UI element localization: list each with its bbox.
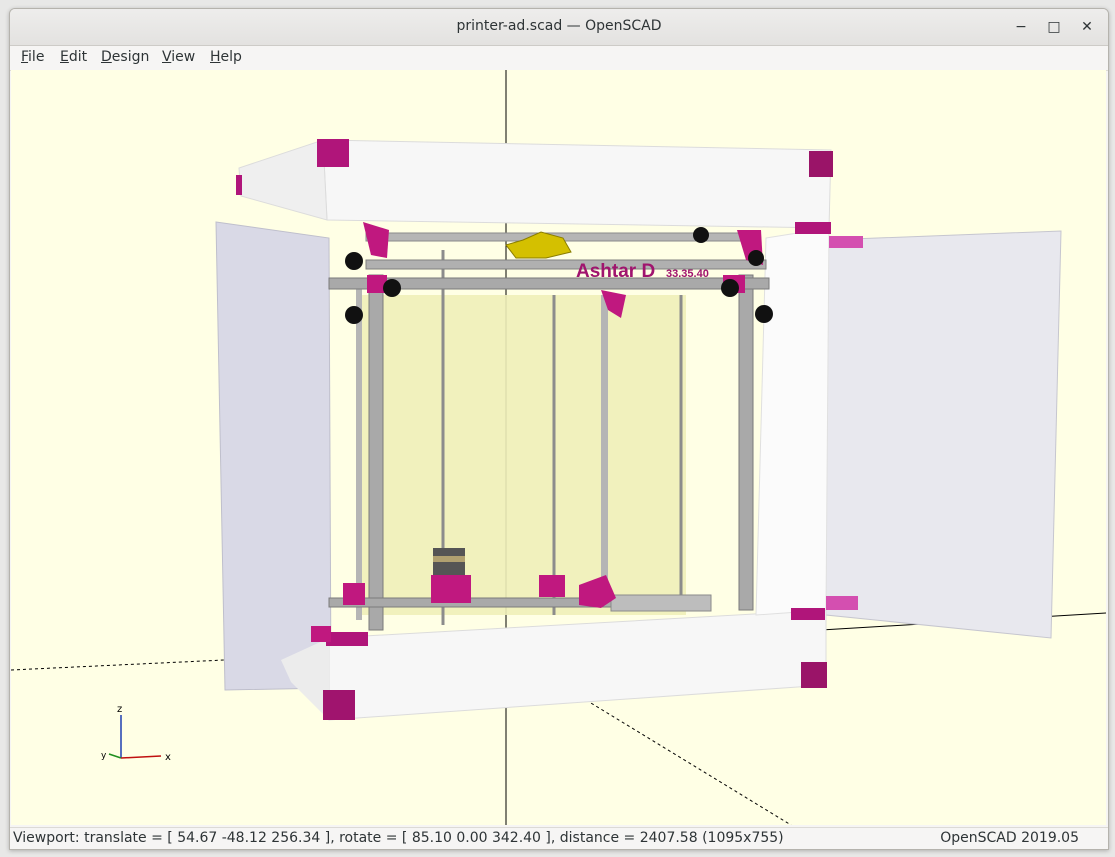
menu-edit[interactable]: Edit xyxy=(60,49,87,65)
menu-help[interactable]: Help xyxy=(210,49,242,65)
frame-post-front-right xyxy=(738,274,754,611)
gizmo-x-axis xyxy=(120,755,162,759)
corner-bracket-left xyxy=(236,175,242,195)
menu-view-label: iew xyxy=(171,49,196,65)
gizmo-x-label: x xyxy=(165,752,171,763)
corner-bracket-top-right xyxy=(809,151,833,177)
wheel xyxy=(693,227,709,243)
wheel xyxy=(345,252,363,270)
menu-file-accel: F xyxy=(21,49,29,65)
door-hinge-bottom xyxy=(826,596,858,610)
corner-bracket-bottom-right-upper xyxy=(791,608,825,620)
status-bar: Viewport: translate = [ 54.67 -48.12 256… xyxy=(10,827,1108,849)
right-door-panel xyxy=(825,230,1062,639)
bottom-left-bracket xyxy=(343,583,365,605)
menu-file-label: ile xyxy=(28,49,45,65)
3d-viewport[interactable]: Ashtar D 33.35.40 z x y xyxy=(11,70,1106,825)
viewport-status: Viewport: translate = [ 54.67 -48.12 256… xyxy=(13,830,784,846)
corner-bracket-top-left xyxy=(317,139,349,167)
menu-edit-accel: E xyxy=(60,49,69,65)
top-left-side-panel xyxy=(238,139,328,221)
wheel xyxy=(755,305,773,323)
gizmo-y-axis xyxy=(108,753,122,759)
menu-edit-label: dit xyxy=(68,49,88,65)
left-door-panel xyxy=(215,221,332,691)
window-title: printer-ad.scad — OpenSCAD xyxy=(456,18,662,34)
wheel xyxy=(748,250,764,266)
menu-view-accel: V xyxy=(162,49,172,65)
wheel xyxy=(383,279,401,297)
frame-bottom-rail-right xyxy=(610,594,712,612)
corner-bracket-bottom-right xyxy=(801,662,827,688)
frame-post-front-left xyxy=(368,274,384,631)
close-button[interactable]: ✕ xyxy=(1075,15,1099,39)
corner-bracket-bottom-left xyxy=(323,690,355,720)
door-hinge-top xyxy=(829,236,863,248)
motor-mount xyxy=(431,575,471,603)
back-panel xyxy=(356,295,686,615)
openscad-window: printer-ad.scad — OpenSCAD − □ ✕ File Ed… xyxy=(9,8,1109,850)
menu-design-label: esign xyxy=(111,49,150,65)
z-bracket xyxy=(539,575,565,597)
x-axis-neg-line xyxy=(585,699,792,825)
gizmo-z-label: z xyxy=(117,704,122,715)
menu-view[interactable]: View xyxy=(162,49,195,65)
frame-post-back-right xyxy=(601,295,608,600)
corner-bracket-bottom-left-upper xyxy=(326,632,368,646)
stepper-motor-band xyxy=(433,556,465,562)
frame-post-back-left xyxy=(356,280,362,620)
model-sublabel: 33.35.40 xyxy=(666,268,709,280)
bottom-panel xyxy=(328,609,827,721)
wheel xyxy=(721,279,739,297)
title-bar[interactable]: printer-ad.scad — OpenSCAD − □ ✕ xyxy=(10,9,1108,46)
door-hinge-left xyxy=(311,626,331,642)
maximize-button[interactable]: □ xyxy=(1042,15,1066,39)
model-label: Ashtar D xyxy=(576,261,655,282)
menu-help-label: elp xyxy=(220,49,242,65)
viewport-canvas[interactable]: Ashtar D 33.35.40 z x y xyxy=(11,70,1106,825)
corner-bracket-top-right-lower xyxy=(795,222,831,234)
version-label: OpenSCAD 2019.05 xyxy=(940,830,1079,846)
menu-design[interactable]: Design xyxy=(101,49,149,65)
menu-design-accel: D xyxy=(101,49,112,65)
wheel xyxy=(345,306,363,324)
menu-help-accel: H xyxy=(210,49,221,65)
menu-file[interactable]: File xyxy=(21,49,44,65)
top-panel xyxy=(322,139,832,229)
menu-bar: File Edit Design View Help xyxy=(10,46,1108,71)
gizmo-y-label: y xyxy=(101,751,107,761)
minimize-button[interactable]: − xyxy=(1009,15,1033,39)
